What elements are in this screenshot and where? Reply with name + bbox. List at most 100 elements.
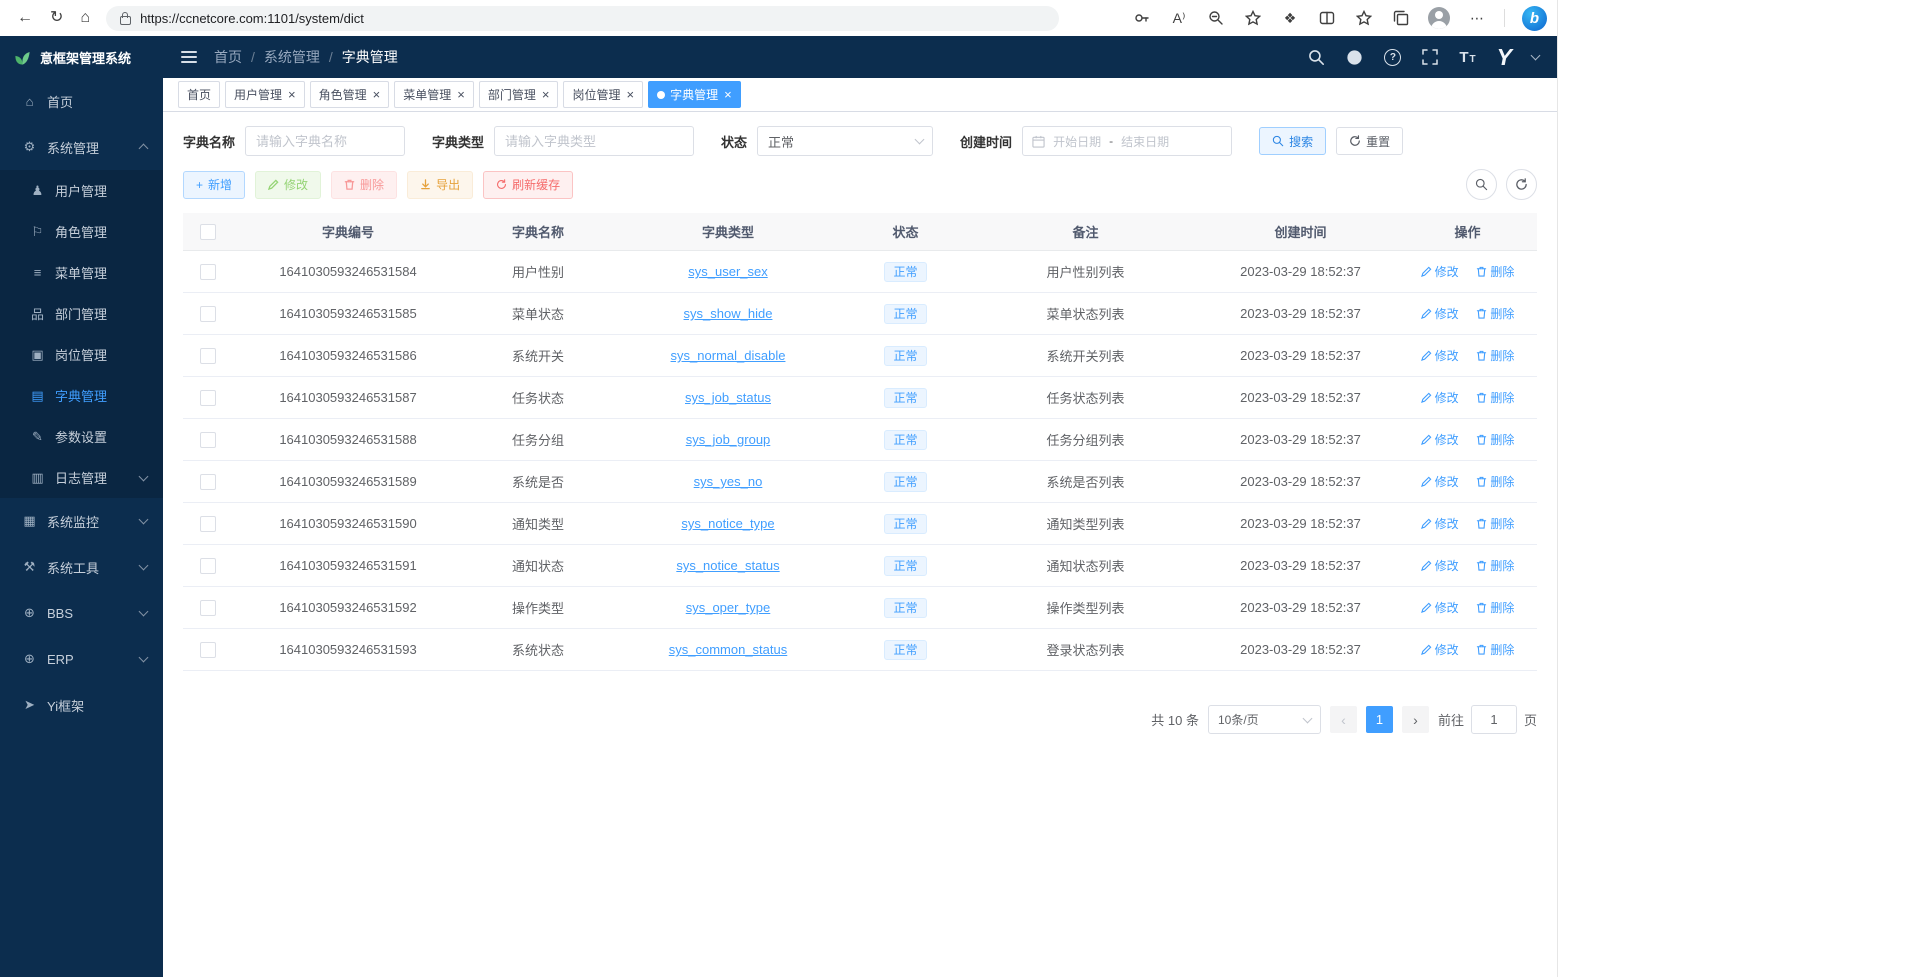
delete-link[interactable]: 删除 [1476,515,1514,532]
sidebar-item[interactable]: ▣ 岗位管理 [0,334,163,375]
date-end-placeholder[interactable]: 结束日期 [1121,133,1169,150]
column-header[interactable]: 备注 [968,213,1203,251]
tab[interactable]: 菜单管理 × [394,81,474,108]
date-start-placeholder[interactable]: 开始日期 [1053,133,1101,150]
refresh-icon[interactable]: ↻ [50,10,63,26]
prev-page-button[interactable]: ‹ [1330,706,1357,733]
row-checkbox[interactable] [200,600,216,616]
edit-link[interactable]: 修改 [1421,431,1459,448]
sidebar-item[interactable]: 品 部门管理 [0,293,163,334]
search-button[interactable]: 搜索 [1259,127,1326,155]
tab[interactable]: 首页 × [178,81,220,108]
delete-button[interactable]: 删除 [331,171,397,199]
refresh-table-button[interactable] [1506,169,1537,200]
edit-link[interactable]: 修改 [1421,389,1459,406]
close-icon[interactable]: × [626,88,634,101]
help-icon[interactable]: ? [1384,49,1401,66]
edit-link[interactable]: 修改 [1421,473,1459,490]
delete-link[interactable]: 删除 [1476,557,1514,574]
sidebar-item[interactable]: ⊕ BBS [0,590,163,636]
password-key-icon[interactable] [1132,8,1152,28]
delete-link[interactable]: 删除 [1476,473,1514,490]
goto-page-input[interactable] [1471,705,1517,734]
close-icon[interactable]: × [373,88,381,101]
zoom-out-icon[interactable] [1206,8,1226,28]
dict-type-link[interactable]: sys_job_group [686,432,771,447]
sidebar-item[interactable]: ♟ 用户管理 [0,170,163,211]
dict-type-link[interactable]: sys_user_sex [688,264,767,279]
read-aloud-icon[interactable]: A⁾ [1169,8,1189,28]
close-icon[interactable]: × [288,88,296,101]
user-menu-caret-icon[interactable] [1531,51,1541,61]
home-icon[interactable]: ⌂ [80,10,90,26]
row-checkbox[interactable] [200,348,216,364]
sidebar-item[interactable]: ≡ 菜单管理 [0,252,163,293]
delete-link[interactable]: 删除 [1476,389,1514,406]
sidebar-item[interactable]: ⚒ 系统工具 [0,544,163,590]
sidebar-item[interactable]: ✎ 参数设置 [0,416,163,457]
split-screen-icon[interactable] [1317,8,1337,28]
more-options-icon[interactable]: ⋯ [1467,8,1487,28]
profile-avatar[interactable] [1428,7,1450,29]
search-icon[interactable] [1308,49,1325,66]
hamburger-icon[interactable] [181,51,197,63]
tab[interactable]: 角色管理 × [310,81,390,108]
github-icon[interactable] [1346,49,1363,66]
column-header[interactable]: 创建时间 [1203,213,1398,251]
dict-type-link[interactable]: sys_yes_no [694,474,763,489]
collections-icon[interactable] [1391,8,1411,28]
column-header[interactable]: 操作 [1398,213,1537,251]
dict-type-input[interactable] [494,126,694,156]
row-checkbox[interactable] [200,390,216,406]
fullscreen-icon[interactable] [1422,49,1438,65]
dict-type-link[interactable]: sys_job_status [685,390,771,405]
export-button[interactable]: 导出 [407,171,473,199]
delete-link[interactable]: 删除 [1476,263,1514,280]
status-select[interactable] [757,126,933,156]
edit-link[interactable]: 修改 [1421,347,1459,364]
row-checkbox[interactable] [200,642,216,658]
sidebar-item[interactable]: ▦ 系统监控 [0,498,163,544]
reset-button[interactable]: 重置 [1336,127,1403,155]
column-header[interactable]: 字典名称 [463,213,613,251]
extensions-icon[interactable]: ❖ [1280,8,1300,28]
url-text[interactable]: https://ccnetcore.com:1101/system/dict [140,11,364,26]
sidebar-item[interactable]: ⌂ 首页 [0,78,163,124]
row-checkbox[interactable] [200,306,216,322]
row-checkbox[interactable] [200,474,216,490]
delete-link[interactable]: 删除 [1476,305,1514,322]
delete-link[interactable]: 删除 [1476,599,1514,616]
edit-link[interactable]: 修改 [1421,641,1459,658]
dict-type-link[interactable]: sys_notice_status [676,558,779,573]
edit-link[interactable]: 修改 [1421,305,1459,322]
tab[interactable]: 用户管理 × [225,81,305,108]
column-header[interactable]: 字典编号 [233,213,463,251]
add-button[interactable]: + 新增 [183,171,245,199]
bing-copilot-icon[interactable]: b [1522,6,1547,31]
delete-link[interactable]: 删除 [1476,347,1514,364]
back-icon[interactable]: ← [17,10,33,26]
dict-type-link[interactable]: sys_show_hide [684,306,773,321]
close-icon[interactable]: × [724,88,732,101]
user-logo[interactable]: Y [1497,44,1511,71]
date-range-picker[interactable]: 开始日期 - 结束日期 [1022,126,1232,156]
dict-type-link[interactable]: sys_normal_disable [671,348,786,363]
tab[interactable]: 岗位管理 × [563,81,643,108]
row-checkbox[interactable] [200,516,216,532]
favorites-bar-icon[interactable] [1354,8,1374,28]
row-checkbox[interactable] [200,432,216,448]
close-icon[interactable]: × [457,88,465,101]
app-logo[interactable]: 意框架管理系统 [0,36,163,78]
dict-type-link[interactable]: sys_common_status [669,642,788,657]
row-checkbox[interactable] [200,558,216,574]
edit-link[interactable]: 修改 [1421,515,1459,532]
refresh-cache-button[interactable]: 刷新缓存 [483,171,573,199]
dict-type-link[interactable]: sys_oper_type [686,600,771,615]
delete-link[interactable]: 删除 [1476,431,1514,448]
toggle-search-button[interactable] [1466,169,1497,200]
dict-type-link[interactable]: sys_notice_type [681,516,774,531]
next-page-button[interactable]: › [1402,706,1429,733]
sidebar-item[interactable]: ⚐ 角色管理 [0,211,163,252]
breadcrumb-item[interactable]: 字典管理 [342,47,398,67]
sidebar-item[interactable]: ▤ 字典管理 [0,375,163,416]
